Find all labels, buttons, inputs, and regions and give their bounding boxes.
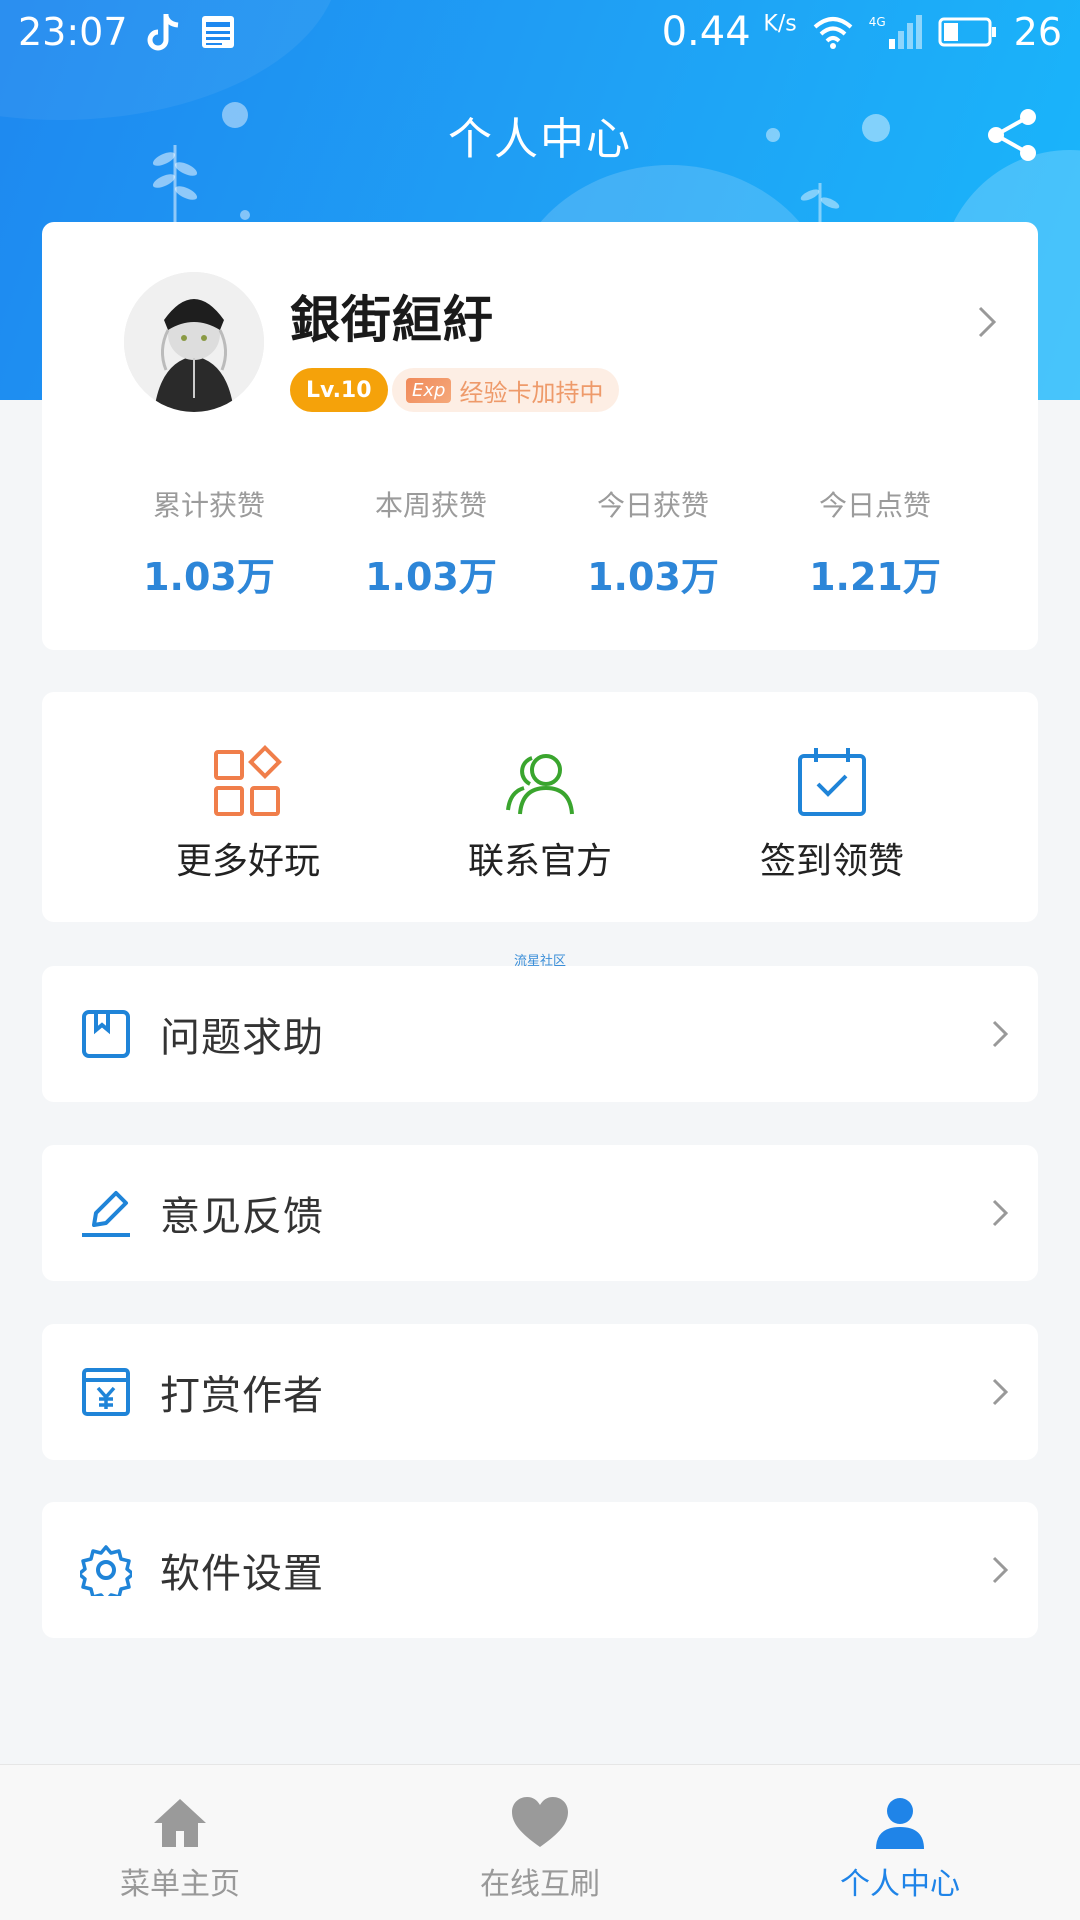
chevron-right-icon <box>992 1378 1009 1406</box>
news-icon <box>201 16 234 48</box>
bottom-nav: 菜单主页 在线互刷 个人中心 <box>0 1764 1080 1920</box>
nav-item-online[interactable]: 在线互刷 <box>360 1765 720 1920</box>
calendar-check-icon <box>798 748 866 816</box>
nav-label: 在线互刷 <box>480 1867 600 1902</box>
stat-label: 今日点赞 <box>818 489 931 522</box>
exp-card-badge: Exp 经验卡加持中 <box>392 368 620 412</box>
status-bar: 23:07 0.44 K/s 4G 26 <box>0 0 1080 64</box>
contacts-icon <box>506 754 574 815</box>
chevron-right-icon[interactable] <box>972 302 1002 342</box>
nav-label: 个人中心 <box>840 1867 960 1902</box>
action-checkin[interactable]: 签到领赞 <box>712 744 952 884</box>
person-icon <box>876 1798 924 1849</box>
battery-level: 26 <box>1013 10 1062 54</box>
nav-label: 菜单主页 <box>120 1867 240 1902</box>
page-title: 个人中心 <box>448 114 632 165</box>
level-badge: Lv.10 <box>290 368 388 412</box>
menu-item-settings[interactable]: 软件设置 <box>42 1502 1038 1638</box>
home-icon <box>154 1799 206 1847</box>
quick-actions-card: 更多好玩 联系官方 签到领赞 <box>42 692 1038 922</box>
profile-card[interactable]: 銀街絙紆 Lv.10 Exp 经验卡加持中 累计获赞 1.03万 本周获赞 1.… <box>42 222 1038 650</box>
menu-item-tip-author[interactable]: 打赏作者 <box>42 1324 1038 1460</box>
stats-row: 累计获赞 1.03万 本周获赞 1.03万 今日获赞 1.03万 今日点赞 1.… <box>42 484 1038 601</box>
action-contact-official[interactable]: 联系官方 <box>420 744 660 884</box>
chevron-right-icon <box>992 1199 1009 1227</box>
gear-icon <box>80 1545 132 1596</box>
stat-week-likes: 本周获赞 1.03万 <box>320 484 542 601</box>
username: 銀街絙紆 <box>290 291 494 349</box>
action-more-fun[interactable]: 更多好玩 <box>128 744 368 884</box>
nav-item-profile[interactable]: 个人中心 <box>720 1765 1080 1920</box>
yen-icon <box>82 1368 130 1416</box>
leaf-decoration-icon <box>800 183 840 225</box>
edit-icon <box>82 1191 130 1237</box>
stat-value: 1.03万 <box>365 555 497 599</box>
action-label: 联系官方 <box>467 841 612 882</box>
network-speed: 0.44 K/s <box>661 9 797 55</box>
stat-today-given: 今日点赞 1.21万 <box>764 484 986 601</box>
status-time: 23:07 <box>18 10 128 54</box>
stat-label: 本周获赞 <box>374 489 487 522</box>
stat-label: 累计获赞 <box>152 489 265 522</box>
cellular-signal-icon: 4G <box>869 15 922 49</box>
menu-label: 意见反馈 <box>160 1194 324 1240</box>
stat-today-likes: 今日获赞 1.03万 <box>542 484 764 601</box>
apps-icon <box>214 745 282 816</box>
stat-value: 1.03万 <box>143 555 275 599</box>
wifi-icon <box>813 17 853 49</box>
menu-label: 打赏作者 <box>160 1373 324 1419</box>
stat-total-likes: 累计获赞 1.03万 <box>98 484 320 601</box>
heart-icon <box>512 1797 568 1847</box>
action-label: 更多好玩 <box>175 841 320 882</box>
bookmark-icon <box>82 1010 130 1058</box>
avatar-image <box>124 272 264 412</box>
chevron-right-icon <box>992 1556 1009 1584</box>
menu-item-help[interactable]: 问题求助 <box>42 966 1038 1102</box>
action-label: 签到领赞 <box>759 841 904 882</box>
stat-value: 1.21万 <box>809 555 941 599</box>
menu-label: 问题求助 <box>160 1015 324 1061</box>
battery-icon <box>938 17 996 47</box>
chevron-right-icon <box>992 1020 1009 1048</box>
menu-label: 软件设置 <box>160 1551 324 1597</box>
menu-item-feedback[interactable]: 意见反馈 <box>42 1145 1038 1281</box>
exp-tag: Exp <box>406 377 452 403</box>
stat-value: 1.03万 <box>587 555 719 599</box>
nav-item-home[interactable]: 菜单主页 <box>0 1765 360 1920</box>
avatar[interactable] <box>124 272 264 412</box>
share-icon[interactable] <box>984 107 1040 163</box>
title-bar: 个人中心 <box>0 95 1080 175</box>
stat-label: 今日获赞 <box>596 489 709 522</box>
exp-text: 经验卡加持中 <box>459 378 604 407</box>
tiktok-icon <box>147 14 178 51</box>
